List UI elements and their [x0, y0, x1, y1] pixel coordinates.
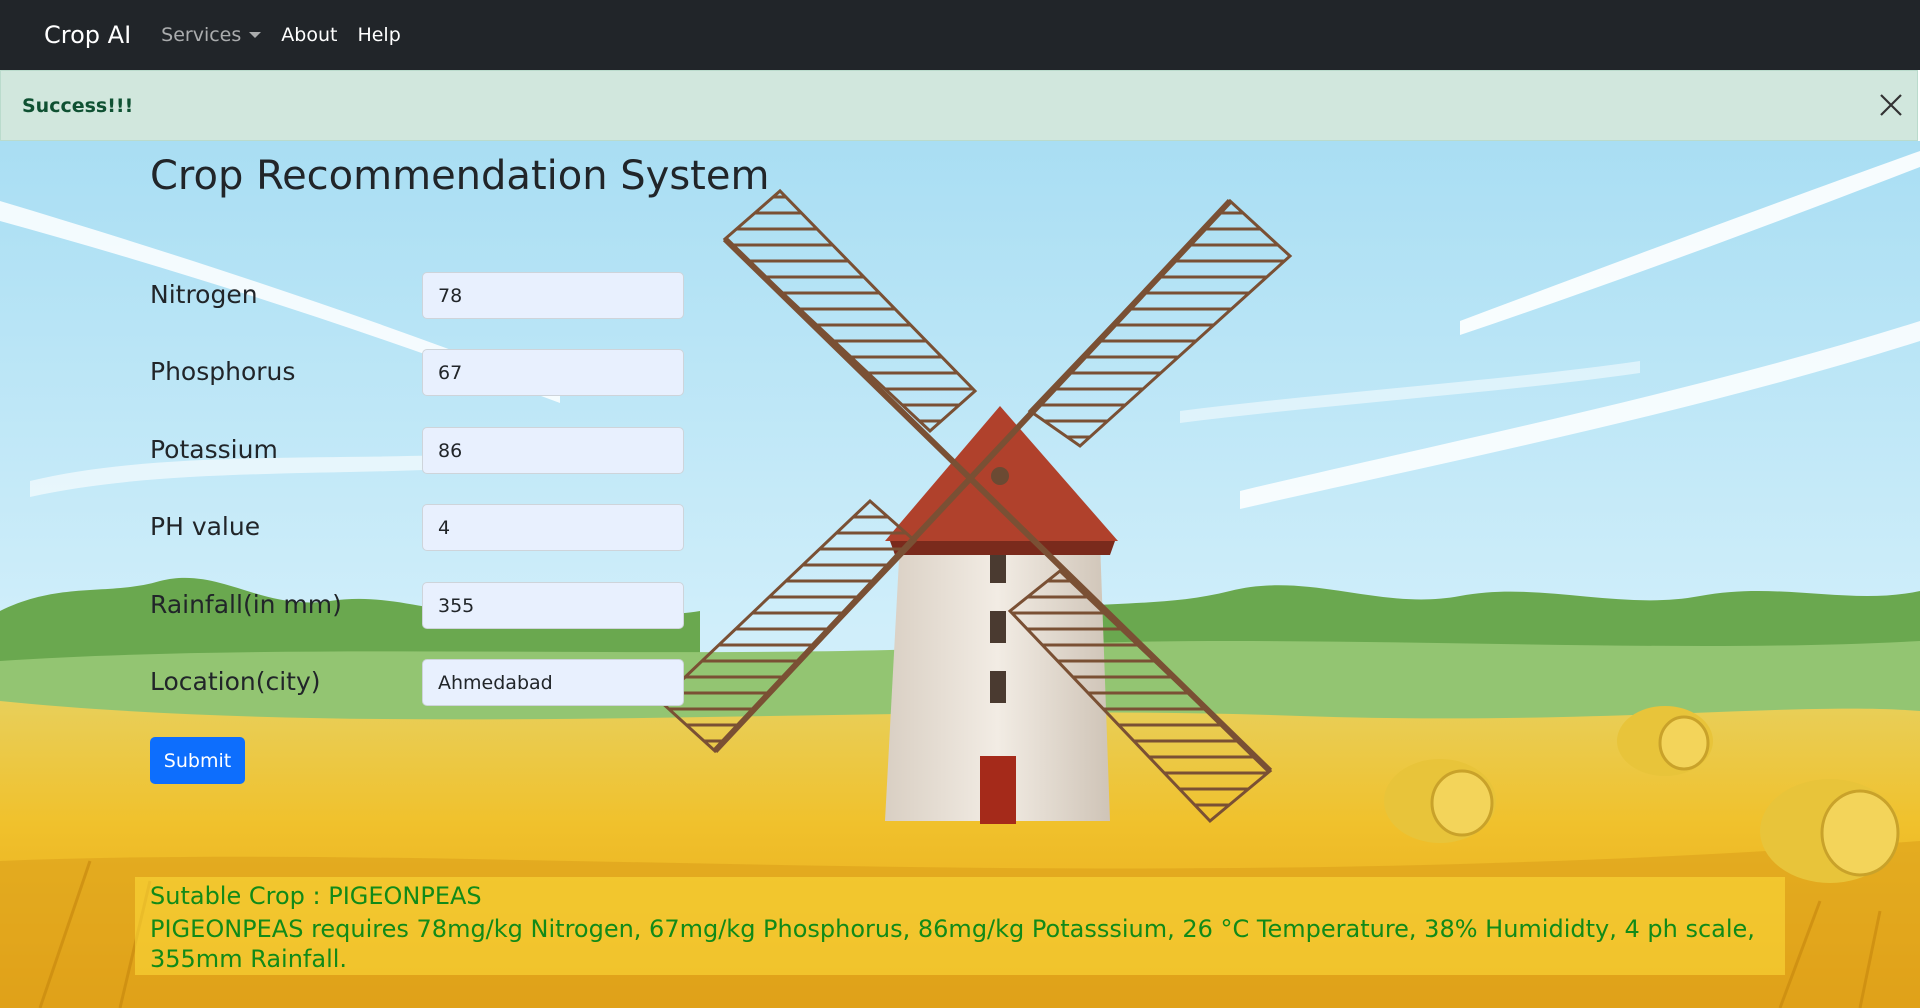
ph-value-input[interactable]	[422, 504, 684, 551]
location-input[interactable]	[422, 659, 684, 706]
page-title: Crop Recommendation System	[150, 153, 770, 199]
form-row-ph-value: PH value	[150, 504, 690, 552]
potassium-input[interactable]	[422, 427, 684, 474]
rainfall-label: Rainfall(in mm)	[150, 590, 342, 619]
form-row-nitrogen: Nitrogen	[150, 272, 690, 320]
nav-services-label: Services	[161, 24, 242, 46]
phosphorus-label: Phosphorus	[150, 357, 296, 386]
form-row-rainfall: Rainfall(in mm)	[150, 582, 690, 630]
form-row-potassium: Potassium	[150, 427, 690, 475]
phosphorus-input[interactable]	[422, 349, 684, 396]
nav-services-dropdown[interactable]: Services	[161, 24, 262, 46]
result-description: PIGEONPEAS requires 78mg/kg Nitrogen, 67…	[150, 915, 1755, 973]
result-panel: Sutable Crop : PIGEONPEAS PIGEONPEAS req…	[135, 877, 1785, 975]
ph-value-label: PH value	[150, 512, 261, 541]
form-row-location: Location(city)	[150, 659, 690, 707]
close-icon[interactable]	[1879, 93, 1903, 117]
navbar: Crop AI Services About Help	[0, 0, 1920, 70]
nitrogen-label: Nitrogen	[150, 280, 258, 309]
brand-logo[interactable]: Crop AI	[44, 21, 131, 49]
submit-button[interactable]: Submit	[150, 737, 245, 784]
nitrogen-input[interactable]	[422, 272, 684, 319]
nav-help-link[interactable]: Help	[357, 24, 400, 46]
form-row-phosphorus: Phosphorus	[150, 349, 690, 397]
success-alert: Success!!!	[0, 70, 1918, 141]
location-label: Location(city)	[150, 667, 321, 696]
alert-message: Success!!!	[22, 94, 134, 117]
potassium-label: Potassium	[150, 435, 278, 464]
rainfall-input[interactable]	[422, 582, 684, 629]
result-title: Sutable Crop : PIGEONPEAS	[150, 882, 482, 910]
nav-about-link[interactable]: About	[281, 24, 337, 46]
caret-down-icon	[249, 32, 262, 38]
